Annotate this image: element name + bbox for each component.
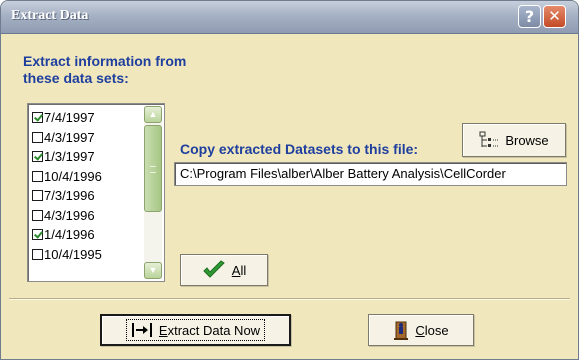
dataset-checkbox[interactable] (32, 190, 43, 202)
dataset-checkbox[interactable] (32, 131, 43, 143)
focus-outline: Extract Data Now (125, 319, 266, 341)
dataset-checkbox[interactable] (32, 229, 43, 241)
datasets-header-line2: these data sets: (23, 70, 129, 86)
close-mnemonic: C (415, 322, 425, 338)
scroll-grip-icon (150, 166, 156, 173)
window-title: Extract Data (11, 8, 89, 23)
dataset-label: 7/4/1997 (44, 110, 95, 126)
title-bar[interactable]: Extract Data ? ✕ (1, 1, 578, 34)
destination-file-field[interactable]: C:\Program Files\alber\Alber Battery Ana… (174, 162, 567, 186)
dataset-label: 7/3/1996 (44, 188, 95, 204)
dataset-label: 10/4/1995 (44, 246, 102, 262)
dataset-checkbox[interactable] (32, 151, 43, 163)
dataset-checkbox[interactable] (32, 248, 43, 260)
select-all-button[interactable]: All (180, 254, 268, 286)
datasets-header: Extract information from these data sets… (23, 53, 243, 87)
datasets-list-items: 7/4/1997 4/3/1997 1/3/1997 10/4/1996 7/3/199… (32, 108, 102, 264)
scroll-up-button[interactable]: ▲ (144, 106, 162, 123)
dataset-item[interactable]: 10/4/1996 (32, 167, 102, 187)
help-button[interactable]: ? (518, 5, 541, 28)
extract-arrow-icon (131, 322, 153, 338)
dataset-label: 10/4/1996 (44, 168, 102, 184)
select-all-label: All (232, 263, 246, 278)
extract-data-dialog: Extract Data ? ✕ Extract information fro… (0, 0, 579, 360)
extract-label: Extract Data Now (159, 323, 260, 338)
dataset-item[interactable]: 7/4/1997 (32, 108, 102, 128)
dataset-item[interactable]: 4/3/1997 (32, 128, 102, 148)
bottom-separator (9, 298, 570, 300)
dataset-label: 4/3/1997 (44, 129, 95, 145)
dataset-item[interactable]: 4/3/1996 (32, 206, 102, 226)
close-label: Close (415, 323, 448, 338)
dataset-label: 1/4/1996 (44, 227, 95, 243)
scroll-down-button[interactable]: ▼ (144, 262, 162, 279)
dataset-label: 1/3/1997 (44, 149, 95, 165)
dataset-label: 4/3/1996 (44, 207, 95, 223)
extract-label-rest: xtract Data Now (167, 322, 261, 338)
copy-to-label: Copy extracted Datasets to this file: (180, 141, 419, 157)
datasets-header-line1: Extract information from (23, 53, 187, 69)
close-button[interactable]: Close (368, 314, 474, 346)
select-all-label-rest: ll (240, 262, 247, 278)
green-checkmark-icon (202, 260, 226, 280)
dataset-checkbox[interactable] (32, 170, 43, 182)
extract-data-now-button[interactable]: Extract Data Now (100, 314, 291, 346)
door-exit-icon (393, 320, 409, 340)
extract-mnemonic: E (158, 322, 168, 338)
browse-label: Browse (505, 132, 549, 148)
datasets-scrollbar[interactable]: ▲ ▼ (144, 106, 162, 279)
dataset-item[interactable]: 7/3/1996 (32, 186, 102, 206)
dataset-checkbox[interactable] (32, 209, 43, 221)
datasets-list[interactable]: 7/4/1997 4/3/1997 1/3/1997 10/4/1996 7/3/199… (27, 103, 165, 282)
scroll-thumb[interactable] (144, 125, 162, 212)
dataset-item[interactable]: 10/4/1995 (32, 245, 102, 265)
dataset-checkbox[interactable] (32, 112, 43, 124)
close-label-rest: lose (424, 322, 449, 338)
window-close-button[interactable]: ✕ (543, 5, 566, 28)
dataset-item[interactable]: 1/3/1997 (32, 147, 102, 167)
dataset-item[interactable]: 1/4/1996 (32, 225, 102, 245)
browse-button[interactable]: Browse (462, 123, 566, 157)
tree-browse-icon (479, 131, 499, 149)
